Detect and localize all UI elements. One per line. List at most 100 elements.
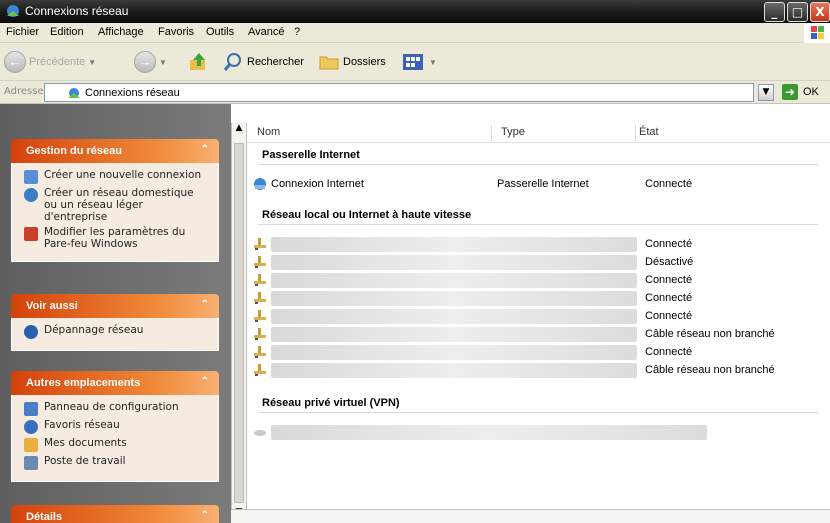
collapse-chevron-icon[interactable]: ⌃ (201, 299, 209, 310)
chevron-down-icon: ▼ (159, 57, 167, 67)
place-label: Mes documents (44, 437, 127, 449)
scroll-up-icon[interactable]: ▲ (232, 123, 246, 137)
list-item[interactable]: Câble réseau non branché (250, 362, 830, 379)
task-label: Modifier les paramètres du Pare-feu Wind… (44, 226, 186, 250)
place-network-places[interactable]: Favoris réseau (24, 419, 208, 434)
collapse-chevron-icon[interactable]: ⌃ (201, 144, 209, 155)
list-item[interactable]: Connecté (250, 272, 830, 289)
go-arrow-icon[interactable]: ➜ (782, 84, 798, 100)
lan-connection-icon (254, 328, 266, 340)
list-item[interactable]: Connecté (250, 344, 830, 361)
list-item[interactable]: Connecté (250, 308, 830, 325)
horizontal-scrollbar[interactable] (231, 509, 830, 523)
other-places-panel: Autres emplacements ⌃ Panneau de configu… (11, 371, 219, 482)
menu-favoris[interactable]: Favoris (158, 26, 194, 38)
back-button[interactable]: ← Précédente ▼ (4, 49, 96, 75)
search-button[interactable]: Rechercher (222, 49, 304, 75)
other-places-header[interactable]: Autres emplacements ⌃ (11, 371, 219, 395)
search-icon (223, 53, 241, 71)
list-item[interactable] (250, 424, 830, 441)
info-icon (24, 325, 38, 339)
see-also-panel: Voir aussi ⌃ Dépannage réseau (11, 294, 219, 351)
new-connection-icon (24, 170, 38, 184)
lan-connection-icon (254, 274, 266, 286)
my-documents-icon (24, 438, 38, 452)
collapse-chevron-icon[interactable]: ⌃ (201, 510, 209, 521)
my-computer-icon (24, 456, 38, 470)
column-name[interactable]: Nom (257, 126, 280, 138)
address-input[interactable]: Connexions réseau (44, 83, 754, 102)
list-header: Nom Type État (247, 123, 830, 143)
window-title: Connexions réseau (25, 4, 129, 18)
network-connections-icon (68, 88, 80, 98)
scroll-thumb[interactable] (234, 143, 244, 503)
list-item[interactable]: Câble réseau non branché (250, 326, 830, 343)
task-home-network[interactable]: Créer un réseau domestique ou un réseau … (24, 187, 208, 223)
column-state[interactable]: État (639, 126, 659, 138)
menu-fichier[interactable]: Fichier (6, 26, 39, 38)
list-item[interactable]: Connecté (250, 236, 830, 253)
up-folder-button[interactable] (188, 49, 210, 75)
menu-edition[interactable]: Edition (50, 26, 84, 38)
views-button[interactable]: ▼ (402, 49, 437, 75)
connection-name: Connexion Internet (271, 178, 364, 190)
menu-outils[interactable]: Outils (206, 26, 234, 38)
home-network-icon (24, 188, 38, 202)
folders-button[interactable]: Dossiers (318, 49, 386, 75)
close-button[interactable]: X (810, 2, 830, 22)
list-item[interactable]: Désactivé (250, 254, 830, 271)
connection-type: Passerelle Internet (497, 178, 589, 190)
address-dropdown-button[interactable]: ▼ (758, 84, 774, 101)
connection-state: Connecté (645, 346, 693, 358)
task-label: Dépannage réseau (44, 324, 144, 336)
chevron-down-icon: ▼ (88, 57, 97, 67)
place-control-panel[interactable]: Panneau de configuration (24, 401, 208, 416)
search-label: Rechercher (247, 56, 304, 68)
details-header[interactable]: Détails ⌃ (11, 505, 219, 523)
forward-button[interactable]: → ▼ (134, 49, 167, 75)
tasks-pane: Gestion du réseau ⌃ Créer une nouvelle c… (0, 104, 231, 523)
toolbar: ← Précédente ▼ → ▼ Rechercher Dossiers ▼ (0, 43, 830, 81)
connection-state: Câble réseau non branché (645, 328, 775, 340)
task-label: Créer une nouvelle connexion (44, 169, 202, 181)
connection-state: Connecté (645, 178, 693, 190)
task-firewall[interactable]: Modifier les paramètres du Pare-feu Wind… (24, 226, 208, 250)
menu-affichage[interactable]: Affichage (98, 26, 144, 38)
place-my-documents[interactable]: Mes documents (24, 437, 208, 452)
chevron-down-icon: ▼ (429, 57, 437, 67)
place-label: Poste de travail (44, 455, 126, 467)
group-vpn: Réseau privé virtuel (VPN) (262, 397, 400, 409)
go-button[interactable]: OK (803, 86, 819, 98)
connection-state: Connecté (645, 238, 693, 250)
maximize-button[interactable]: □ (787, 2, 808, 22)
menu-help[interactable]: ? (294, 26, 300, 38)
folders-label: Dossiers (343, 56, 386, 68)
back-arrow-icon: ← (4, 51, 26, 73)
network-tasks-header[interactable]: Gestion du réseau ⌃ (11, 139, 219, 163)
network-tasks-panel: Gestion du réseau ⌃ Créer une nouvelle c… (11, 139, 219, 262)
forward-arrow-icon: → (134, 51, 156, 73)
gateway-icon (254, 178, 266, 190)
minimize-button[interactable]: _ (764, 2, 785, 22)
lan-connection-icon (254, 310, 266, 322)
place-label: Panneau de configuration (44, 401, 179, 413)
see-also-header[interactable]: Voir aussi ⌃ (11, 294, 219, 318)
vertical-scrollbar[interactable]: ▲ ▼ (231, 123, 247, 523)
list-item[interactable]: Connecté (250, 290, 830, 307)
explorer-window: Connexions réseau _ □ X Fichier Edition … (0, 0, 830, 523)
collapse-chevron-icon[interactable]: ⌃ (201, 376, 209, 387)
place-my-computer[interactable]: Poste de travail (24, 455, 208, 470)
views-icon (403, 54, 423, 70)
column-type[interactable]: Type (501, 126, 525, 138)
title-bar[interactable]: Connexions réseau _ □ X (0, 0, 830, 23)
details-panel: Détails ⌃ (11, 505, 219, 523)
connection-state: Connecté (645, 274, 693, 286)
task-troubleshoot[interactable]: Dépannage réseau (24, 324, 208, 339)
task-create-connection[interactable]: Créer une nouvelle connexion (24, 169, 208, 184)
control-panel-icon (24, 402, 38, 416)
address-value: Connexions réseau (85, 87, 180, 99)
address-label: Adresse (4, 86, 44, 97)
list-item[interactable]: Connexion Internet Passerelle Internet C… (250, 176, 830, 193)
task-label: Créer un réseau domestique ou un réseau … (44, 187, 194, 223)
menu-avance[interactable]: Avancé (248, 26, 285, 38)
